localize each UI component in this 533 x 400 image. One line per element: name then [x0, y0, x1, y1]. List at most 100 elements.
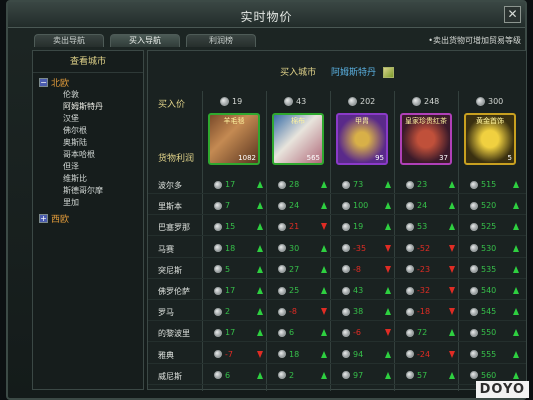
expand-toggle-icon[interactable]: −	[39, 78, 48, 87]
city-item[interactable]: 奥斯陆	[63, 137, 143, 149]
silver-coin-icon	[470, 222, 478, 231]
column-separator	[458, 91, 459, 391]
close-button[interactable]: ✕	[504, 6, 521, 23]
tab-buy-nav[interactable]: 买入导航	[110, 34, 180, 47]
profit-cell: 17	[214, 180, 263, 189]
profit-cell: 520	[470, 201, 519, 210]
arrow-down-icon	[449, 308, 455, 316]
profit-cell: 560	[470, 371, 519, 380]
expand-toggle-icon[interactable]: +	[39, 214, 48, 223]
goods-profit-label: 货物利润	[158, 154, 195, 164]
silver-coin-icon	[214, 328, 222, 337]
arrow-down-icon	[449, 244, 455, 252]
goods-name: 羊毛毯	[223, 117, 245, 125]
buy-city-value[interactable]: 阿姆斯特丹	[331, 68, 376, 78]
dest-city-name: 雅典	[158, 350, 174, 360]
goods-name: 黄金首饰	[476, 117, 504, 125]
profit-value: -6	[353, 328, 361, 338]
profit-cell: 17	[214, 328, 263, 337]
buy-price: 19	[220, 97, 242, 106]
region-group[interactable]: − 北欧	[39, 76, 143, 89]
dest-city-name: 波尔多	[158, 181, 182, 190]
region-name: 西欧	[51, 215, 70, 225]
row-divider	[148, 256, 526, 258]
profit-value: -24	[417, 349, 431, 359]
silver-coin-icon	[342, 265, 350, 274]
profit-cell: 530	[470, 244, 519, 253]
goods-item-slot[interactable]: 棉布 565	[272, 113, 324, 165]
silver-coin-icon	[406, 244, 414, 253]
city-item[interactable]: 阿姆斯特丹	[63, 101, 143, 113]
goods-name: 皇家珍贵红茶	[405, 117, 447, 125]
profit-value: 38	[353, 307, 364, 317]
goods-item-slot[interactable]: 黄金首饰 5	[464, 113, 516, 165]
silver-coin-icon	[470, 180, 478, 189]
arrow-down-icon	[385, 265, 391, 273]
city-item[interactable]: 伦敦	[63, 89, 143, 101]
city-item[interactable]: 维斯比	[63, 173, 143, 185]
city-item[interactable]: 但泽	[63, 161, 143, 173]
goods-item-slot[interactable]: 羊毛毯 1082	[208, 113, 260, 165]
profit-cell: 73	[342, 180, 391, 189]
profit-cell: 38	[342, 307, 391, 316]
column-separator	[394, 91, 395, 391]
arrow-up-icon	[321, 202, 327, 210]
buy-price: 202	[348, 97, 375, 106]
silver-coin-icon	[342, 244, 350, 253]
profit-value: 53	[417, 222, 428, 232]
profit-value: 18	[225, 243, 236, 253]
silver-coin-icon	[406, 307, 414, 316]
profit-value: 25	[289, 286, 300, 295]
profit-value: 515	[481, 180, 497, 189]
silver-coin-icon	[342, 307, 350, 316]
profit-cell: -23	[406, 265, 455, 274]
city-item[interactable]: 里加	[63, 197, 143, 209]
profit-value: 530	[481, 243, 497, 253]
row-divider	[148, 320, 526, 322]
silver-coin-icon	[470, 371, 478, 380]
city-item[interactable]: 汉堡	[63, 113, 143, 125]
goods-item-slot[interactable]: 皇家珍贵红茶 37	[400, 113, 452, 165]
dest-city-name: 马赛	[158, 244, 174, 254]
silver-coin-icon	[214, 201, 222, 210]
profit-cell: -6	[342, 328, 391, 337]
arrow-down-icon	[321, 223, 327, 231]
profit-cell: -7	[214, 350, 263, 359]
silver-coin-icon	[412, 97, 421, 106]
goods-name: 甲胄	[355, 117, 369, 125]
silver-coin-icon	[406, 286, 414, 295]
doyo-watermark: DOYO	[475, 381, 529, 398]
silver-coin-icon	[214, 180, 222, 189]
goods-item-slot[interactable]: 甲胄 95	[336, 113, 388, 165]
silver-coin-icon	[406, 180, 414, 189]
profit-cell: 23	[406, 180, 455, 189]
profit-value: 30	[289, 243, 300, 253]
profit-value: 100	[353, 201, 369, 211]
city-item[interactable]: 斯德哥尔摩	[63, 185, 143, 197]
profit-cell: 535	[470, 265, 519, 274]
buy-price-label: 买入价	[158, 100, 186, 110]
arrow-up-icon	[257, 223, 263, 231]
arrow-up-icon	[513, 202, 519, 210]
tab-sell-nav[interactable]: 卖出导航	[34, 34, 104, 47]
arrow-up-icon	[257, 202, 263, 210]
profit-value: 560	[481, 370, 497, 380]
row-divider	[148, 362, 526, 364]
tab-profit-rank[interactable]: 利润榜	[186, 34, 256, 47]
silver-coin-icon	[470, 328, 478, 337]
silver-coin-icon	[214, 307, 222, 316]
profit-value: 24	[289, 201, 300, 211]
profit-value: 18	[289, 349, 300, 359]
edit-icon[interactable]	[382, 67, 394, 78]
city-item[interactable]: 哥本哈根	[63, 149, 143, 161]
dest-city-name: 突尼斯	[158, 265, 182, 275]
silver-coin-icon	[342, 328, 350, 337]
profit-cell: 6	[278, 328, 327, 337]
silver-coin-icon	[214, 265, 222, 274]
silver-coin-icon	[278, 201, 286, 210]
profit-cell: 72	[406, 328, 455, 337]
city-item[interactable]: 佛尔根	[63, 125, 143, 137]
row-divider	[148, 193, 526, 194]
arrow-up-icon	[385, 308, 391, 316]
region-group[interactable]: + 西欧	[39, 212, 143, 225]
